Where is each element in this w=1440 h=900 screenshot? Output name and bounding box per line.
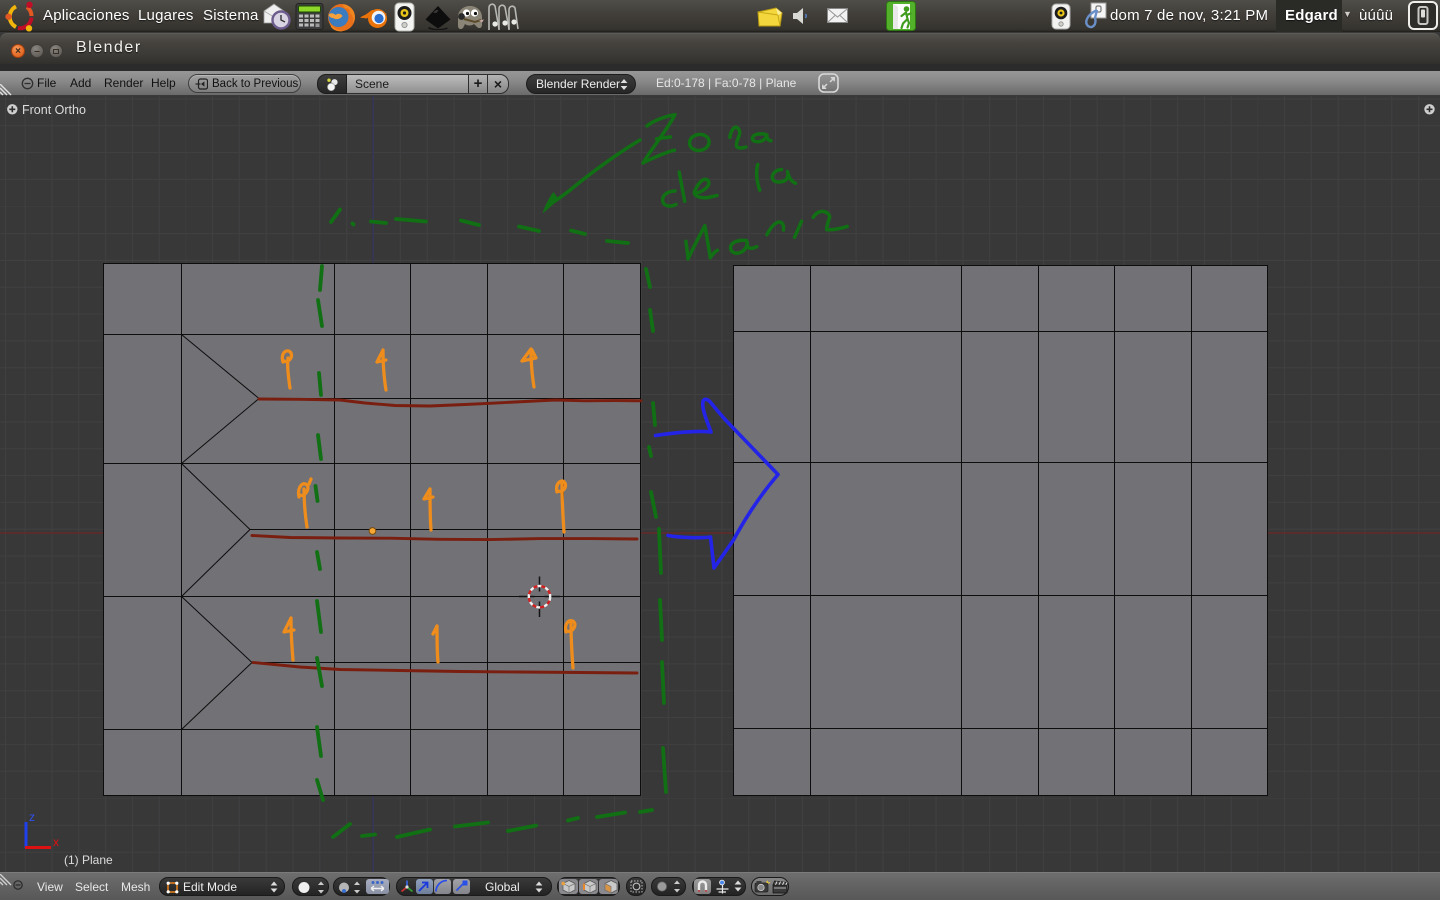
svg-text:z: z (29, 810, 35, 824)
svg-text:x: x (53, 835, 59, 849)
svg-text:Front Ortho: Front Ortho (22, 103, 86, 117)
svg-text:(1) Plane: (1) Plane (64, 853, 113, 867)
